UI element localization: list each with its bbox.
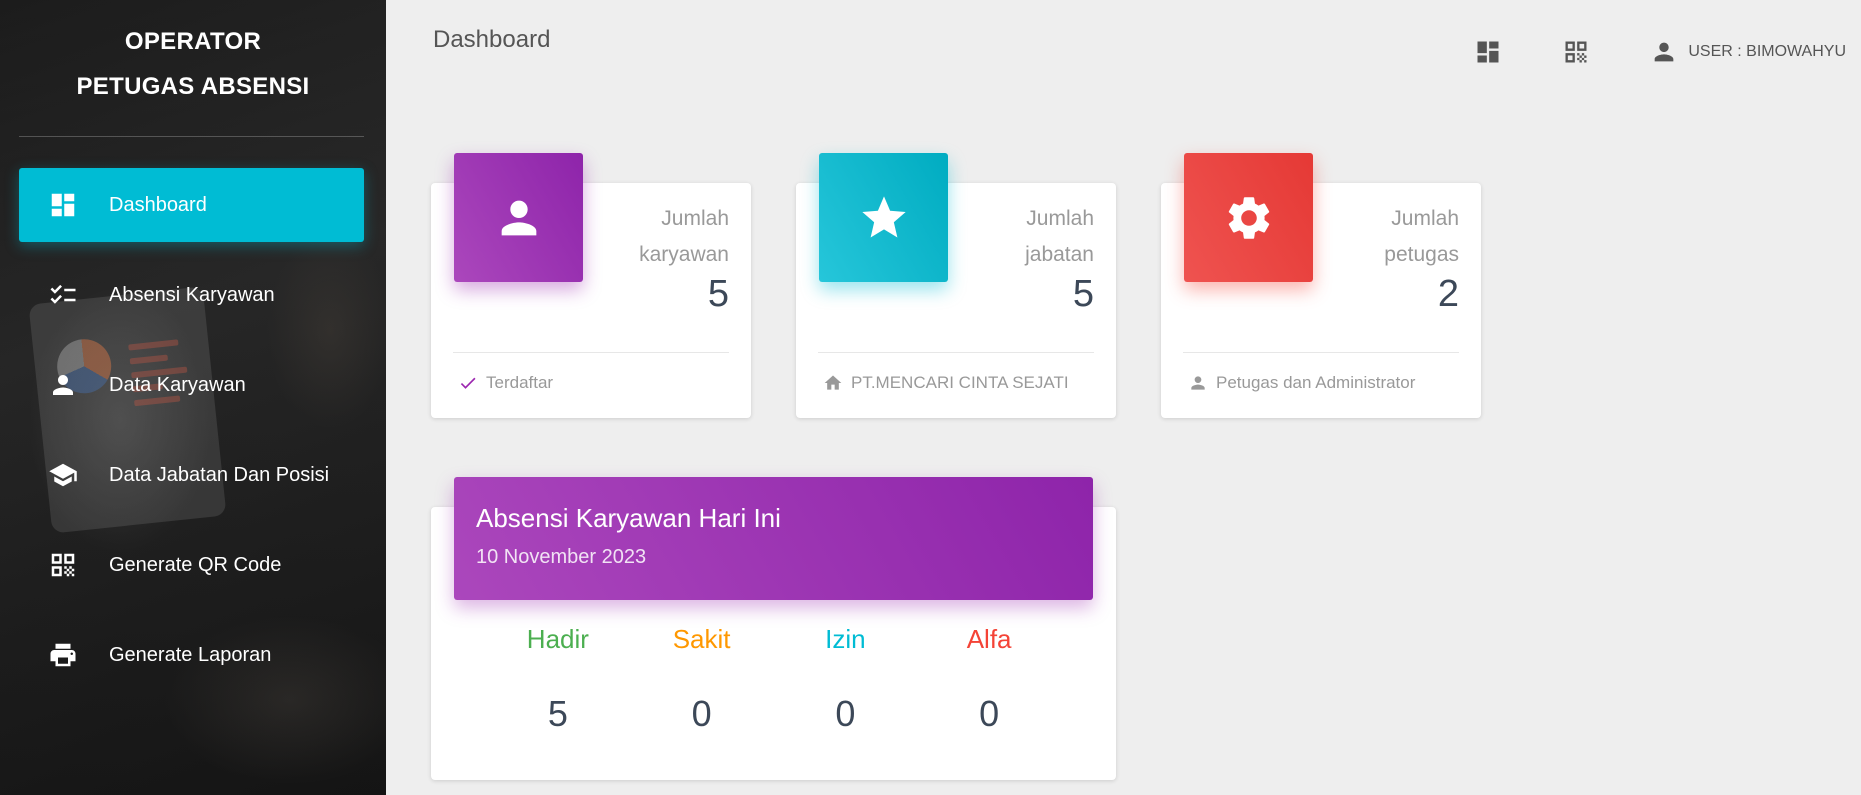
stat-icon-box [819,153,948,282]
attendance-date: 10 November 2023 [476,546,647,568]
attendance-label: Izin [825,624,866,654]
attendance-hadir: Hadir 5 [489,624,627,735]
stat-label: Jumlah karyawan [639,207,729,266]
checklist-icon [48,280,78,310]
attendance-count: 5 [547,693,568,734]
stat-footer-text: PT.MENCARI CINTA SEJATI [851,373,1069,392]
check-icon [460,377,476,389]
sidebar-item-dashboard[interactable]: Dashboard [19,168,364,242]
stat-divider [1183,352,1459,353]
stat-divider [818,352,1094,353]
dashboard-icon[interactable] [1474,38,1502,66]
home-icon [824,375,842,390]
stat-value: 5 [1072,273,1094,315]
stat-footer: Petugas dan Administrator [1188,373,1415,393]
stat-card-petugas: Jumlah petugas 2 Petugas dan Administrat… [1161,153,1481,418]
sidebar-item-absensi-karyawan[interactable]: Absensi Karyawan [19,258,364,332]
sidebar-item-data-jabatan[interactable]: Data Jabatan Dan Posisi [19,438,364,512]
sidebar-title: OPERATOR PETUGAS ABSENSI [0,0,386,109]
stat-footer: PT.MENCARI CINTA SEJATI [823,373,1069,393]
page-title: Dashboard [433,26,551,53]
sidebar-item-label: Generate Laporan [109,643,272,666]
user-menu[interactable]: USER : BIMOWAHYU [1650,38,1846,66]
sidebar-title-line2: PETUGAS ABSENSI [76,73,310,100]
attendance-title: Absensi Karyawan Hari Ini [476,503,781,533]
sidebar-item-generate-laporan[interactable]: Generate Laporan [19,618,364,692]
stat-value: 5 [707,273,729,315]
sidebar: OPERATOR PETUGAS ABSENSI Dashboard Absen… [0,0,386,795]
gear-icon [1228,196,1269,239]
attendance-count: 0 [979,693,1000,734]
printer-icon [48,640,78,670]
star-icon [861,195,906,237]
sidebar-item-label: Data Jabatan Dan Posisi [109,463,330,486]
attendance-count: 0 [835,693,856,734]
user-label: USER : BIMOWAHYU [1688,43,1846,60]
attendance-card: Absensi Karyawan Hari Ini 10 November 20… [431,477,1116,780]
stat-value: 2 [1437,273,1459,315]
attendance-count: 0 [691,693,712,734]
person-icon [1655,42,1674,62]
stat-label: Jumlah jabatan [1025,207,1094,266]
stat-icon-box [454,153,583,282]
stat-icon-box [1184,153,1313,282]
sidebar-item-label: Absensi Karyawan [109,283,275,306]
stat-card-karyawan: Jumlah karyawan 5 Terdaftar [431,153,751,418]
attendance-card-header: Absensi Karyawan Hari Ini 10 November 20… [454,477,1093,600]
sidebar-item-label: Dashboard [109,193,207,216]
sidebar-item-label: Generate QR Code [109,553,282,576]
stat-footer: Terdaftar [458,373,553,393]
stat-label: Jumlah petugas [1384,207,1459,266]
stat-footer-text: Terdaftar [486,373,554,392]
sidebar-nav: Dashboard Absensi Karyawan Data Karyawan… [19,168,364,708]
attendance-summary: Hadir 5 Sakit 0 Izin 0 Alfa 0 [431,624,1116,735]
sidebar-item-label: Data Karyawan [109,373,246,396]
sidebar-title-line1: OPERATOR [124,28,262,55]
attendance-izin: Izin 0 [776,624,914,735]
attendance-label: Alfa [966,624,1012,654]
main-content: Dashboard USER : BIMOWAHYU Jumlah karyaw… [386,0,1861,795]
stat-divider [453,352,729,353]
stat-card-jabatan: Jumlah jabatan 5 PT.MENCARI CINTA SEJATI [796,153,1116,418]
person-icon [1191,376,1205,390]
attendance-label: Sakit [672,624,731,654]
person-icon [501,200,536,235]
attendance-label: Hadir [526,624,589,654]
stat-footer-text: Petugas dan Administrator [1216,373,1416,392]
attendance-alfa: Alfa 0 [920,624,1058,735]
sidebar-item-data-karyawan[interactable]: Data Karyawan [19,348,364,422]
qr-code-icon [48,550,78,580]
dashboard-icon [48,190,78,220]
top-navbar: USER : BIMOWAHYU [1414,38,1846,66]
sidebar-divider [19,136,364,137]
attendance-sakit: Sakit 0 [633,624,771,735]
qr-code-icon[interactable] [1562,38,1590,66]
sidebar-item-generate-qr[interactable]: Generate QR Code [19,528,364,602]
person-icon [48,370,78,400]
school-icon [48,460,78,490]
